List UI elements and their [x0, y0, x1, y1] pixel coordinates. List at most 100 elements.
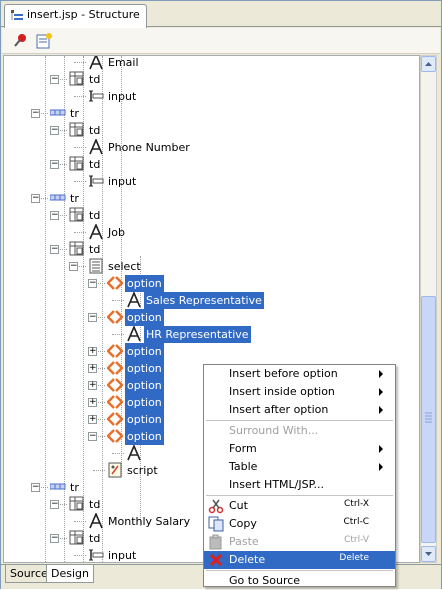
menu-item-table[interactable]: Table [204, 458, 395, 476]
tree-connector [74, 147, 86, 148]
tree-connector [112, 334, 124, 335]
menu-item-label: Insert inside option [229, 385, 335, 398]
collapse-toggle[interactable]: − [50, 245, 59, 254]
tree-row[interactable]: Sales Representative [4, 290, 419, 309]
tab-source-label: Source [10, 567, 48, 580]
menu-item-label: Insert before option [229, 367, 338, 380]
tree-row[interactable]: Job [4, 222, 419, 241]
menu-item-label: Delete [229, 553, 266, 566]
collapse-toggle[interactable]: − [50, 534, 59, 543]
menu-separator [206, 570, 393, 571]
tree-row[interactable]: − tr [4, 105, 419, 122]
text-icon [88, 511, 104, 529]
vertical-scrollbar[interactable] [420, 55, 437, 563]
tree-node-label: td [89, 532, 101, 545]
tab-design-label: Design [51, 567, 89, 580]
option-icon [106, 377, 124, 393]
tree-row[interactable]: Phone Number [4, 137, 419, 156]
tree-node-label: tr [70, 107, 79, 120]
menu-item-delete[interactable]: Delete Delete [204, 551, 395, 569]
new-view-icon[interactable] [34, 31, 54, 51]
collapse-toggle[interactable]: − [69, 262, 78, 271]
collapse-toggle[interactable]: − [31, 109, 40, 118]
expand-toggle[interactable]: + [88, 415, 97, 424]
scroll-thumb[interactable] [421, 296, 436, 543]
tab-structure[interactable]: insert.jsp - Structure [4, 4, 147, 28]
tree-row[interactable]: − td [4, 207, 419, 224]
tree-connector [112, 300, 124, 301]
menu-item-insert-html-jsp[interactable]: Insert HTML/JSP... [204, 476, 395, 494]
menu-item-go-to-source[interactable]: Go to Source [204, 572, 395, 590]
menu-item-label: Surround With... [229, 424, 319, 437]
tab-bar: insert.jsp - Structure [1, 1, 441, 28]
menu-item-shortcut: Ctrl-V [344, 535, 369, 545]
collapse-toggle[interactable]: − [88, 313, 97, 322]
submenu-arrow-icon [379, 370, 383, 378]
tree-node-label: option [125, 377, 164, 394]
expand-toggle[interactable]: + [88, 364, 97, 373]
menu-separator [206, 420, 393, 421]
pin-icon[interactable] [11, 31, 31, 51]
tree-row[interactable]: − option [4, 309, 419, 326]
collapse-toggle[interactable]: − [50, 75, 59, 84]
menu-item-surround-with[interactable]: Surround With... [204, 422, 395, 440]
tree-row[interactable]: Email [4, 56, 419, 71]
menu-item-insert-inside-option[interactable]: Insert inside option [204, 383, 395, 401]
copy-icon [208, 516, 224, 532]
td-icon [69, 496, 85, 512]
tree-row[interactable]: HR Representative [4, 324, 419, 343]
menu-item-form[interactable]: Form [204, 440, 395, 458]
menu-item-paste[interactable]: Paste Ctrl-V [204, 533, 395, 551]
tree-row[interactable]: − option [4, 275, 419, 292]
tr-icon [49, 479, 66, 495]
menu-item-cut[interactable]: Cut Ctrl-X [204, 497, 395, 515]
scroll-up-button[interactable] [421, 56, 436, 72]
expand-toggle[interactable]: + [88, 381, 97, 390]
option-icon [106, 275, 124, 291]
input-icon [88, 173, 104, 189]
option-icon [106, 309, 124, 325]
collapse-toggle[interactable]: − [88, 279, 97, 288]
tree-row[interactable]: − td [4, 71, 419, 88]
td-icon [69, 207, 85, 223]
td-icon [69, 71, 85, 87]
tree-node-label: tr [70, 481, 79, 494]
tree-row[interactable]: − td [4, 241, 419, 258]
menu-item-label: Table [229, 460, 258, 473]
menu-item-insert-after-option[interactable]: Insert after option [204, 401, 395, 419]
tree-node-label: Job [108, 226, 125, 239]
tree-node-label: select [108, 260, 141, 273]
input-icon [88, 547, 104, 562]
delete-icon [208, 552, 224, 568]
menu-item-label: Go to Source [229, 574, 301, 587]
scroll-down-button[interactable] [421, 546, 436, 562]
td-icon [69, 530, 85, 546]
tree-node-label: option [125, 360, 164, 377]
collapse-toggle[interactable]: − [50, 500, 59, 509]
collapse-toggle[interactable]: − [50, 126, 59, 135]
collapse-toggle[interactable]: − [88, 432, 97, 441]
tab-design[interactable]: Design [46, 565, 94, 583]
tree-row[interactable]: + option [4, 343, 419, 360]
tree-row[interactable]: input [4, 173, 419, 190]
tree-node-label: Monthly Salary [108, 515, 191, 528]
menu-item-insert-before-option[interactable]: Insert before option [204, 365, 395, 383]
tree-row[interactable]: − tr [4, 190, 419, 207]
menu-item-copy[interactable]: Copy Ctrl-C [204, 515, 395, 533]
tree-row[interactable]: input [4, 88, 419, 105]
expand-toggle[interactable]: + [88, 398, 97, 407]
expand-toggle[interactable]: + [88, 347, 97, 356]
collapse-toggle[interactable]: − [50, 160, 59, 169]
tree-row[interactable]: − select [4, 258, 419, 275]
text-icon [126, 324, 142, 342]
collapse-toggle[interactable]: − [50, 211, 59, 220]
tr-icon [49, 190, 66, 206]
tree-node-label: td [89, 73, 101, 86]
tree-row[interactable]: − td [4, 156, 419, 173]
tree-row[interactable]: − td [4, 122, 419, 139]
menu-item-label: Insert HTML/JSP... [229, 478, 324, 491]
td-icon [69, 241, 85, 257]
collapse-toggle[interactable]: − [31, 194, 40, 203]
collapse-toggle[interactable]: − [31, 483, 40, 492]
tree-node-label: input [108, 90, 137, 103]
